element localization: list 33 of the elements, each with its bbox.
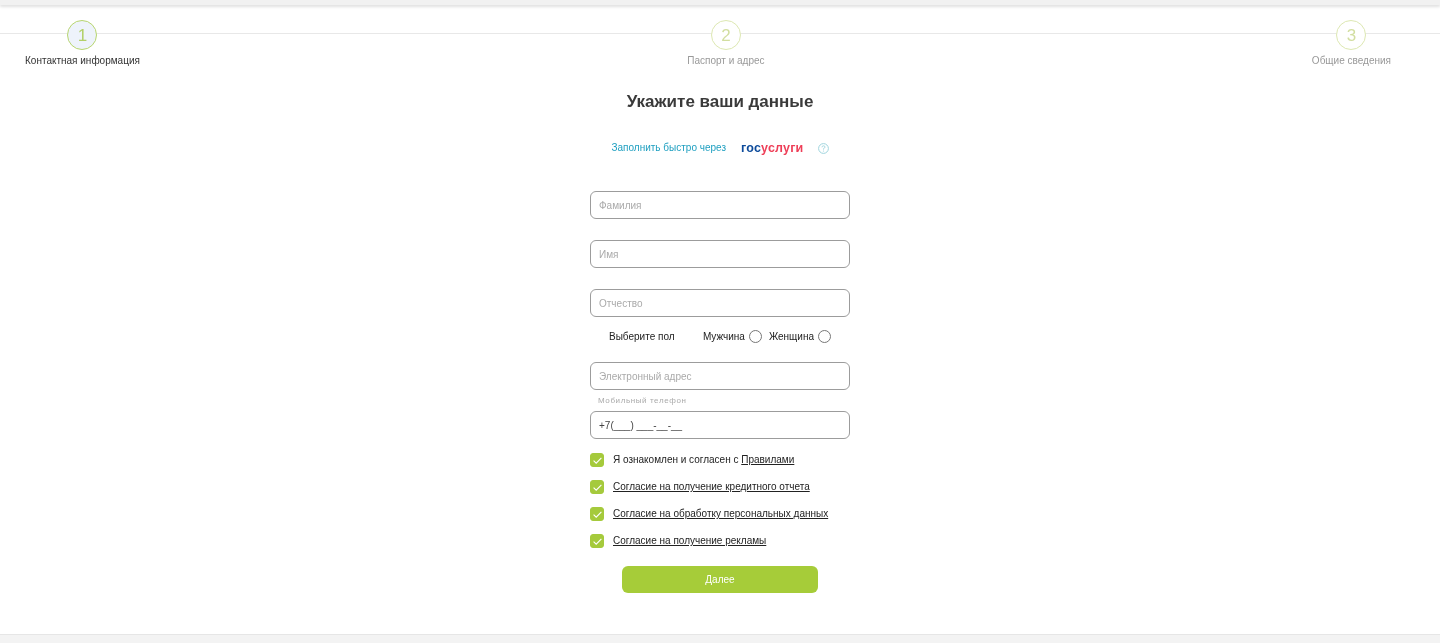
consent-text: Я ознакомлен и согласен с Правилами [613, 454, 795, 466]
gender-option[interactable]: Женщина [768, 329, 831, 343]
step-label: Паспорт и адрес [687, 55, 765, 66]
checkbox[interactable] [590, 534, 604, 548]
field-label: Мобильный телефон [597, 396, 688, 406]
gender-option[interactable]: Мужчина [702, 329, 762, 343]
consent-link[interactable]: Согласие на получение рекламы [613, 535, 767, 547]
rules-link[interactable]: Правилами [741, 454, 795, 465]
input-field[interactable]: Отчество [590, 289, 850, 317]
form-title: Укажите ваши данные [625, 92, 815, 112]
step-label: Контактная информация [25, 55, 140, 66]
check-icon [592, 456, 602, 464]
radio-button[interactable] [748, 329, 762, 343]
check-icon [592, 537, 602, 545]
step-number: 1 [67, 20, 98, 50]
check-icon [592, 510, 602, 518]
phone-field[interactable]: +7(___) ___-__-__ [590, 411, 850, 439]
check-icon [592, 483, 602, 491]
consent-link[interactable]: Согласие на получение кредитного отчета [613, 481, 810, 493]
checkbox[interactable] [590, 453, 604, 467]
consent-link[interactable]: Согласие на обработку персональных данных [613, 508, 829, 520]
gender-label: Выберите пол [609, 330, 675, 342]
gosuslugi-logo[interactable]: госуслуги [741, 141, 804, 155]
input-field[interactable]: Фамилия [590, 191, 850, 219]
step-number: 3 [1336, 20, 1367, 50]
step-label: Общие сведения [1311, 55, 1391, 66]
help-icon[interactable] [817, 142, 829, 154]
input-field[interactable]: Электронный адрес [590, 362, 850, 390]
checkbox[interactable] [590, 507, 604, 521]
step-number: 2 [710, 20, 741, 50]
input-field[interactable]: Имя [590, 240, 850, 268]
checkbox[interactable] [590, 480, 604, 494]
radio-button[interactable] [818, 329, 831, 343]
